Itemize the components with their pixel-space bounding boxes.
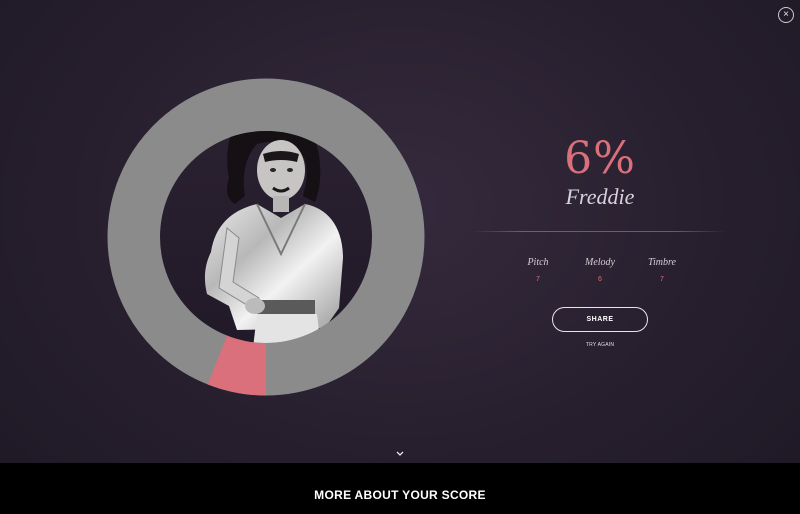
metric-value: 6: [598, 276, 602, 283]
metric-value: 7: [536, 276, 540, 283]
more-about-score-label: MORE ABOUT YOUR SCORE: [314, 488, 486, 502]
metric-label: Melody: [585, 257, 615, 268]
close-button[interactable]: ×: [778, 7, 794, 23]
score-arc: [207, 334, 267, 396]
share-button[interactable]: SHARE: [552, 307, 648, 332]
close-icon: ×: [783, 9, 789, 20]
score-percent: 6%: [564, 133, 636, 184]
score-ring-chart: [107, 78, 425, 396]
metric-label: Timbre: [648, 257, 676, 268]
divider: [472, 231, 726, 232]
metric-melody: Melody 6: [570, 257, 630, 284]
more-about-score-bar[interactable]: MORE ABOUT YOUR SCORE: [0, 463, 800, 514]
metric-value: 7: [660, 276, 664, 283]
chevron-down-icon[interactable]: [394, 446, 406, 456]
metric-timbre: Timbre 7: [632, 257, 692, 284]
metric-pitch: Pitch 7: [508, 257, 568, 284]
artist-name: Freddie: [565, 184, 635, 209]
try-again-link[interactable]: TRY AGAIN: [560, 342, 640, 348]
metric-label: Pitch: [527, 257, 549, 268]
